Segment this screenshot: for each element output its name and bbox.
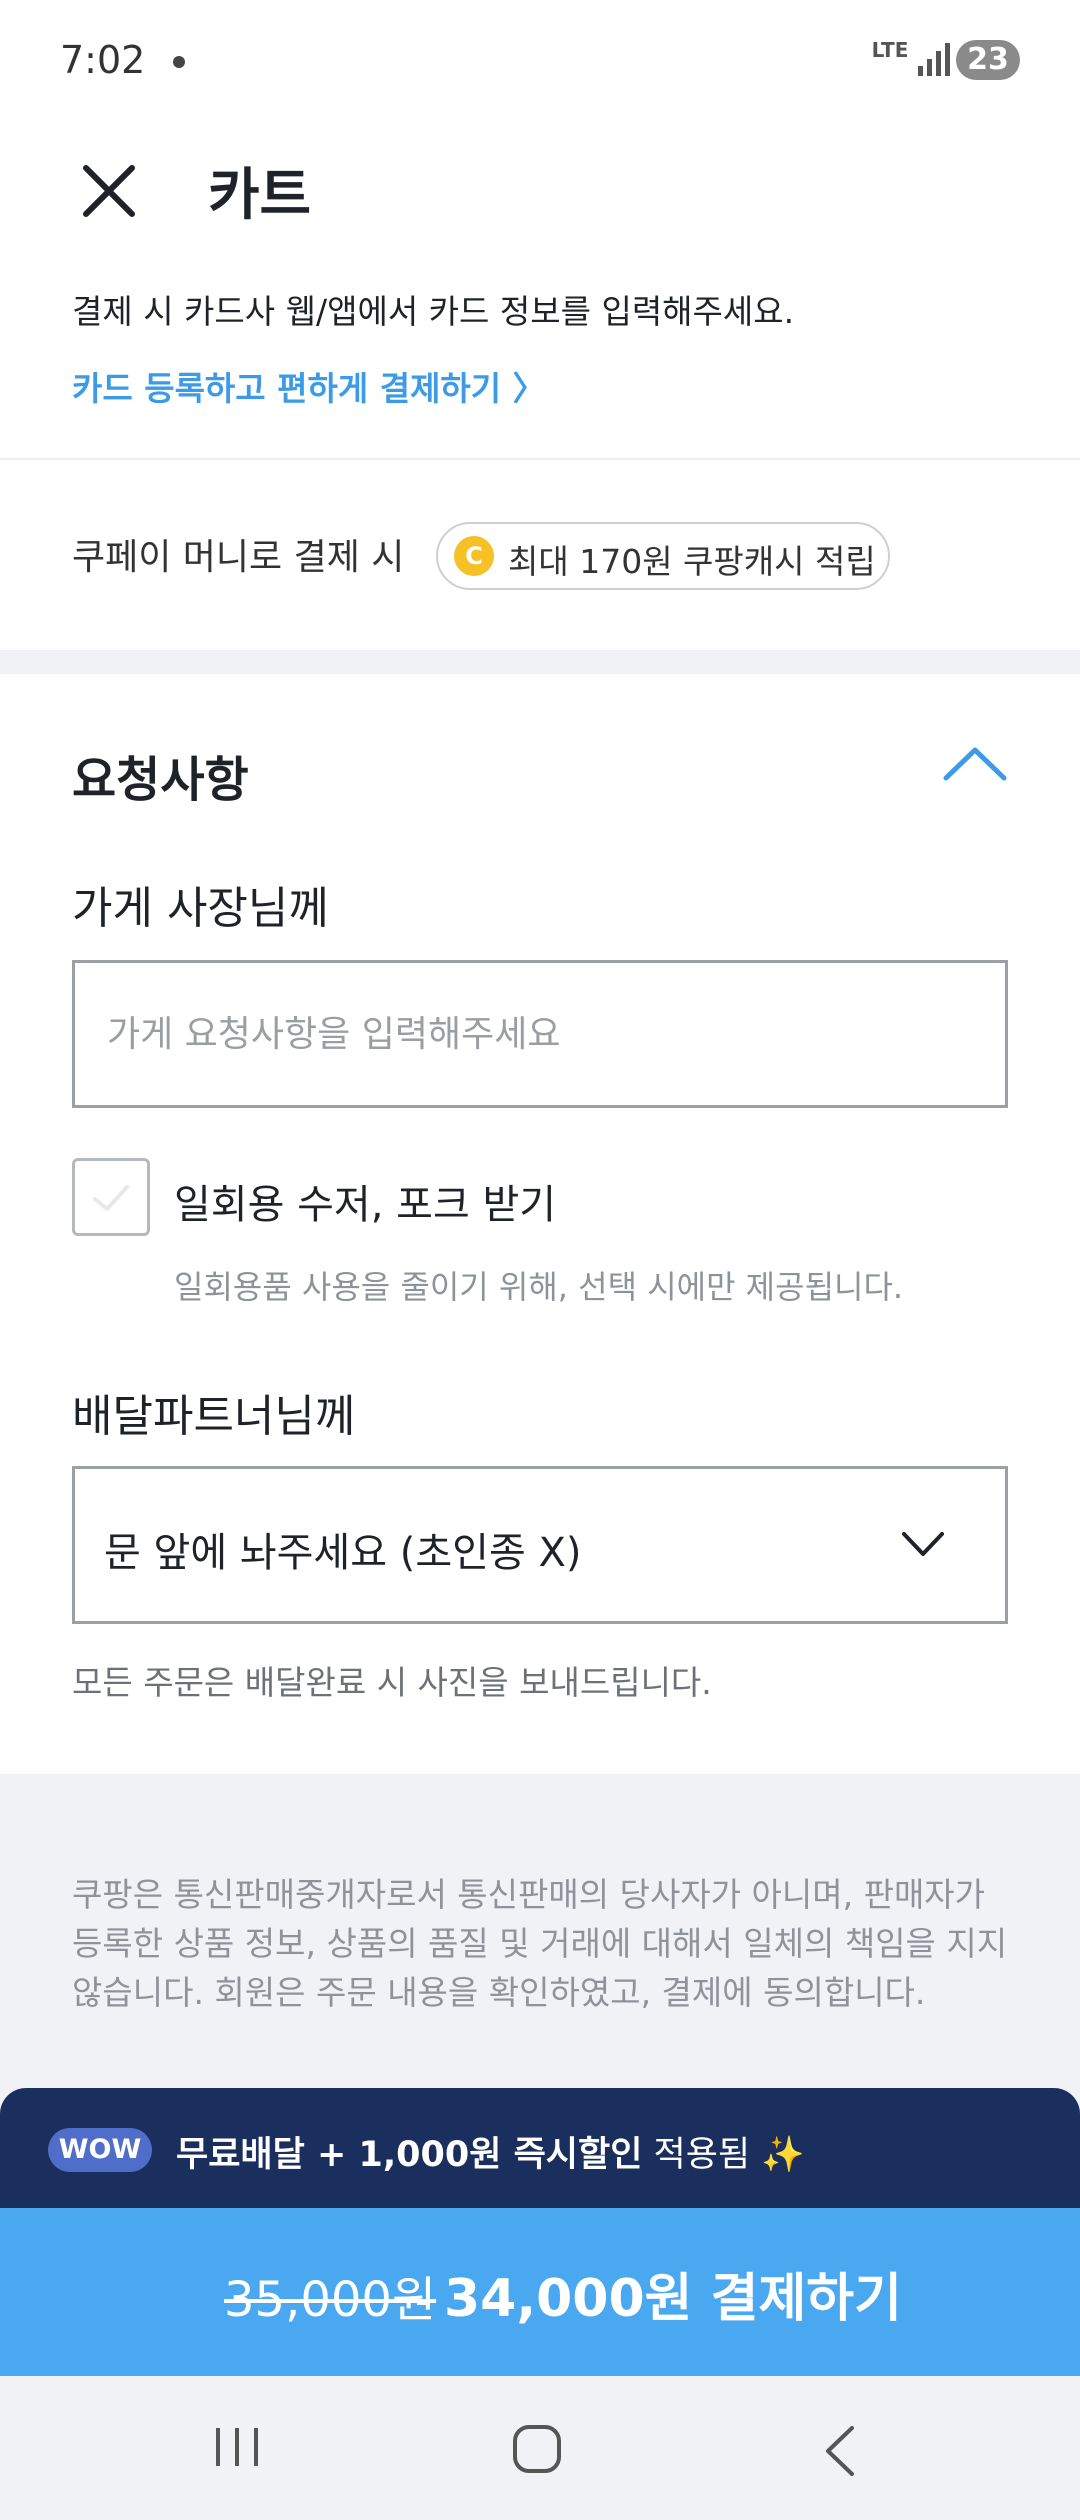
status-time: 7:02 <box>60 38 146 82</box>
page-title: 카트 <box>208 163 312 228</box>
rider-request-label: 배달파트너님께 <box>72 1391 356 1442</box>
pay-button-label[interactable]: 34,000원 결제하기 <box>444 2256 902 2331</box>
section-separator <box>0 650 1080 674</box>
payment-notice: 결제 시 카드사 웹/앱에서 카드 정보를 입력해주세요. <box>72 292 795 331</box>
rider-request-value[interactable]: 문 앞에 놔주세요 (초인종 X) <box>104 1520 581 1578</box>
register-card-link[interactable]: 카드 등록하고 편하게 결제하기 〉 <box>72 362 546 410</box>
legal-disclaimer: 쿠팡은 통신판매중개자로서 통신판매의 당사자가 아니며, 판매자가 등록한 상… <box>72 1875 1008 2012</box>
requests-section-title: 요청사항 <box>72 752 249 808</box>
home-icon[interactable] <box>512 2424 562 2474</box>
original-price: 35,000원 <box>224 2272 437 2328</box>
coin-icon: C <box>454 536 494 576</box>
check-icon <box>93 1185 129 1211</box>
wow-badge: WOW <box>48 2128 152 2172</box>
photo-note: 모든 주문은 배달완료 시 사진을 보내드립니다. <box>72 1663 712 1702</box>
store-request-label: 가게 사장님께 <box>72 883 329 934</box>
wow-benefit-highlight: 무료배달 + 1,000원 즉시할인 <box>176 2135 643 2175</box>
close-icon[interactable] <box>78 160 140 222</box>
back-icon[interactable] <box>822 2424 858 2478</box>
wow-benefit-text: 무료배달 + 1,000원 즉시할인 적용됨 ✨ <box>176 2126 805 2177</box>
divider <box>0 458 1080 460</box>
chevron-up-icon[interactable] <box>940 740 1010 784</box>
utensils-label[interactable]: 일회용 수저, 포크 받기 <box>174 1172 556 1230</box>
coupay-label: 쿠페이 머니로 결제 시 <box>72 537 405 578</box>
recent-apps-icon[interactable] <box>212 2424 262 2470</box>
chevron-down-icon[interactable] <box>900 1528 946 1560</box>
utensils-hint: 일회용품 사용을 줄이기 위해, 선택 시에만 제공됩니다. <box>174 1268 904 1306</box>
utensils-checkbox[interactable] <box>72 1158 150 1236</box>
store-request-input[interactable] <box>72 960 1008 1108</box>
battery-indicator: 23 <box>956 40 1020 80</box>
notification-dot <box>173 56 185 68</box>
wow-applied-text: 적용됨 ✨ <box>642 2135 805 2175</box>
signal-icon <box>918 43 950 76</box>
cash-reward-text: 최대 170원 쿠팡캐시 적립 <box>508 542 876 581</box>
network-type: LTE <box>871 38 909 62</box>
